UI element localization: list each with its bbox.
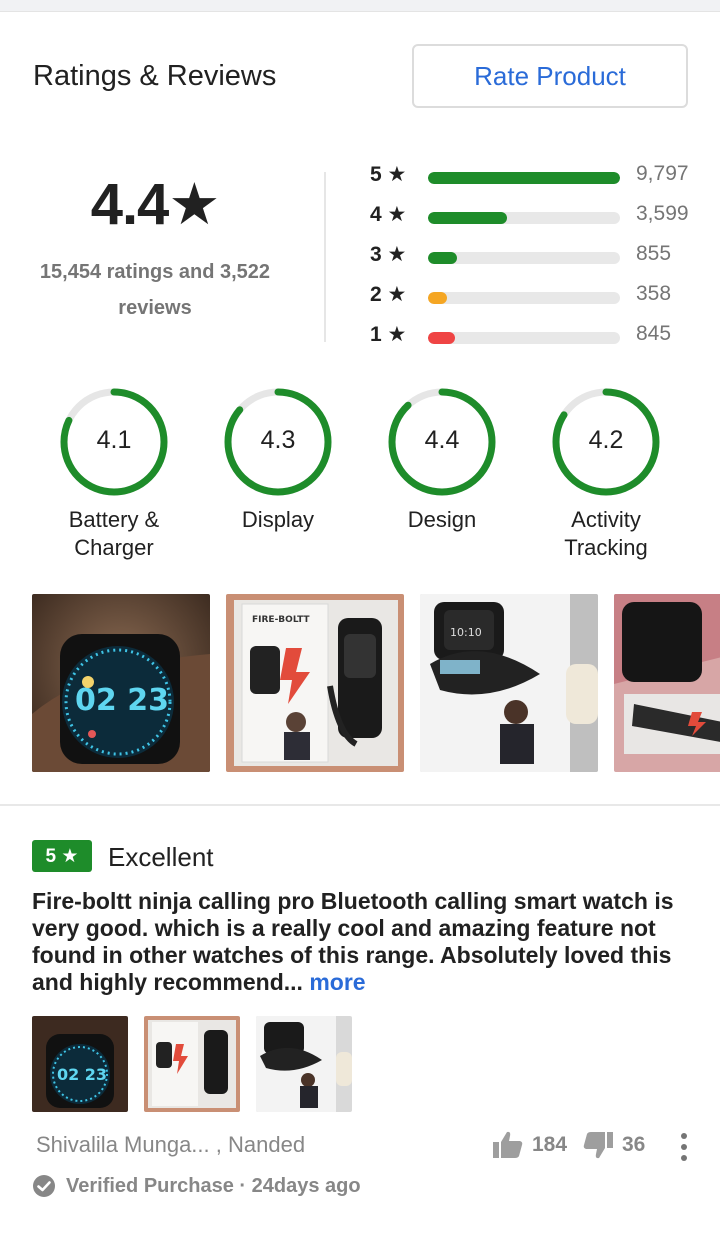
rating-count-line: 15,454 ratings and 3,522 [39,261,271,283]
aspect-score: 4.4 [424,426,460,454]
section-divider [0,804,720,806]
distribution-row-4: 4 ★ 3,599 [370,200,700,230]
vertical-divider [324,172,326,342]
rate-product-button[interactable]: Rate Product [412,44,688,108]
review-photo-box[interactable] [144,1016,240,1112]
distribution-row-3: 3 ★ 855 [370,240,700,270]
review-count-line: reviews [118,297,192,319]
aspect-label-line: Design [407,507,477,532]
distribution-bar-fill [428,212,507,224]
overall-score: 4.4★ [90,172,221,237]
thumbs-up-icon [493,1131,523,1158]
aspect-display[interactable]: 4.3 Display [196,386,360,534]
aspect-label: Battery & Charger [32,506,196,562]
aspect-ratings: 4.1 Battery & Charger 4.3 Display 4.4 De… [0,386,720,566]
distribution-bar-fill [428,172,620,184]
aspect-battery-charger[interactable]: 4.1 Battery & Charger [32,386,196,562]
review-meta: Shivalila Munga... , Nanded Verified Pur… [0,1128,720,1208]
rating-count: 3,599 [636,202,689,225]
more-options-icon[interactable] [670,1130,698,1164]
watch-box-contents-photo[interactable]: FIRE-BOLTT [226,594,404,772]
dislike-count: 36 [622,1133,646,1156]
ratings-header: Ratings & Reviews Rate Product [0,44,720,108]
distribution-bar-track [428,172,620,184]
read-more-link[interactable]: more [309,969,365,995]
svg-text:FIRE-BOLTT: FIRE-BOLTT [252,615,310,625]
aspect-label-line: Charger [74,535,154,560]
distribution-bar-track [428,292,620,304]
customer-photos: 02 23 FIRE-BOLTT 10:10 [0,594,720,774]
aspect-score: 4.1 [96,426,132,454]
overall-rating: 4.4★ 15,454 ratings and 3,522 reviews [20,170,290,326]
rating-count: 855 [636,242,672,265]
review-title: Excellent [108,842,214,872]
distribution-bar-track [428,212,620,224]
star-label: 4 ★ [370,203,407,226]
smartwatch-on-wrist-photo[interactable]: 02 23 [32,594,210,772]
aspect-label: Activity Tracking [524,506,688,562]
top-separator [0,0,720,12]
verified-check-icon [33,1175,55,1197]
aspect-score: 4.2 [588,426,624,454]
distribution-bar-track [428,252,620,264]
review-photos: 02 23 [0,1016,720,1112]
rating-count: 358 [636,282,672,305]
review-rating-badge: 5 ★ [32,840,92,872]
svg-text:02 23: 02 23 [57,1065,107,1084]
rating-review-count: 15,454 ratings and 3,522 reviews [20,254,290,326]
star-label: 3 ★ [370,243,407,266]
aspect-label-line: Activity [571,507,641,532]
distribution-row-5: 5 ★ 9,797 [370,160,700,190]
like-count: 184 [532,1133,568,1156]
distribution-row-1: 1 ★ 845 [370,320,700,350]
star-label: 5 ★ [370,163,407,186]
aspect-design[interactable]: 4.4 Design [360,386,524,534]
helpful-like-button[interactable]: 184 [492,1130,567,1160]
review-author: Shivalila Munga... , Nanded [36,1132,306,1157]
star-label: 2 ★ [370,283,407,306]
distribution-row-2: 2 ★ 358 [370,280,700,310]
distribution-bar-fill [428,252,457,264]
watch-box-charger-photo[interactable]: 10:10 [420,594,598,772]
aspect-label-line: Display [241,507,315,532]
aspect-label: Design [360,506,524,534]
rating-count: 845 [636,322,672,345]
watch-box-partial-photo[interactable] [614,594,720,772]
helpful-dislike-button[interactable]: 36 [582,1130,645,1160]
review-body: Fire-boltt ninja calling pro Bluetooth c… [32,888,692,996]
aspect-label-line: Tracking [564,535,648,560]
aspect-activity-tracking[interactable]: 4.2 Activity Tracking [524,386,688,562]
svg-text:02 23: 02 23 [75,683,169,718]
verified-text: Verified Purchase · 24days ago [66,1174,361,1197]
star-label: 1 ★ [370,323,407,346]
aspect-label: Display [196,506,360,534]
aspect-score: 4.3 [260,426,296,454]
review-photo-wrist[interactable]: 02 23 [32,1016,128,1112]
rating-count: 9,797 [636,162,689,185]
verified-purchase: Verified Purchase · 24days ago [32,1174,361,1198]
svg-text:10:10: 10:10 [450,626,482,639]
distribution-bar-track [428,332,620,344]
review-photo-charger[interactable] [256,1016,352,1112]
distribution-bar-fill [428,292,448,304]
thumbs-down-icon [583,1132,613,1159]
aspect-label-line: Battery & [68,507,160,532]
section-title: Ratings & Reviews [33,60,277,92]
distribution-bar-fill [428,332,455,344]
